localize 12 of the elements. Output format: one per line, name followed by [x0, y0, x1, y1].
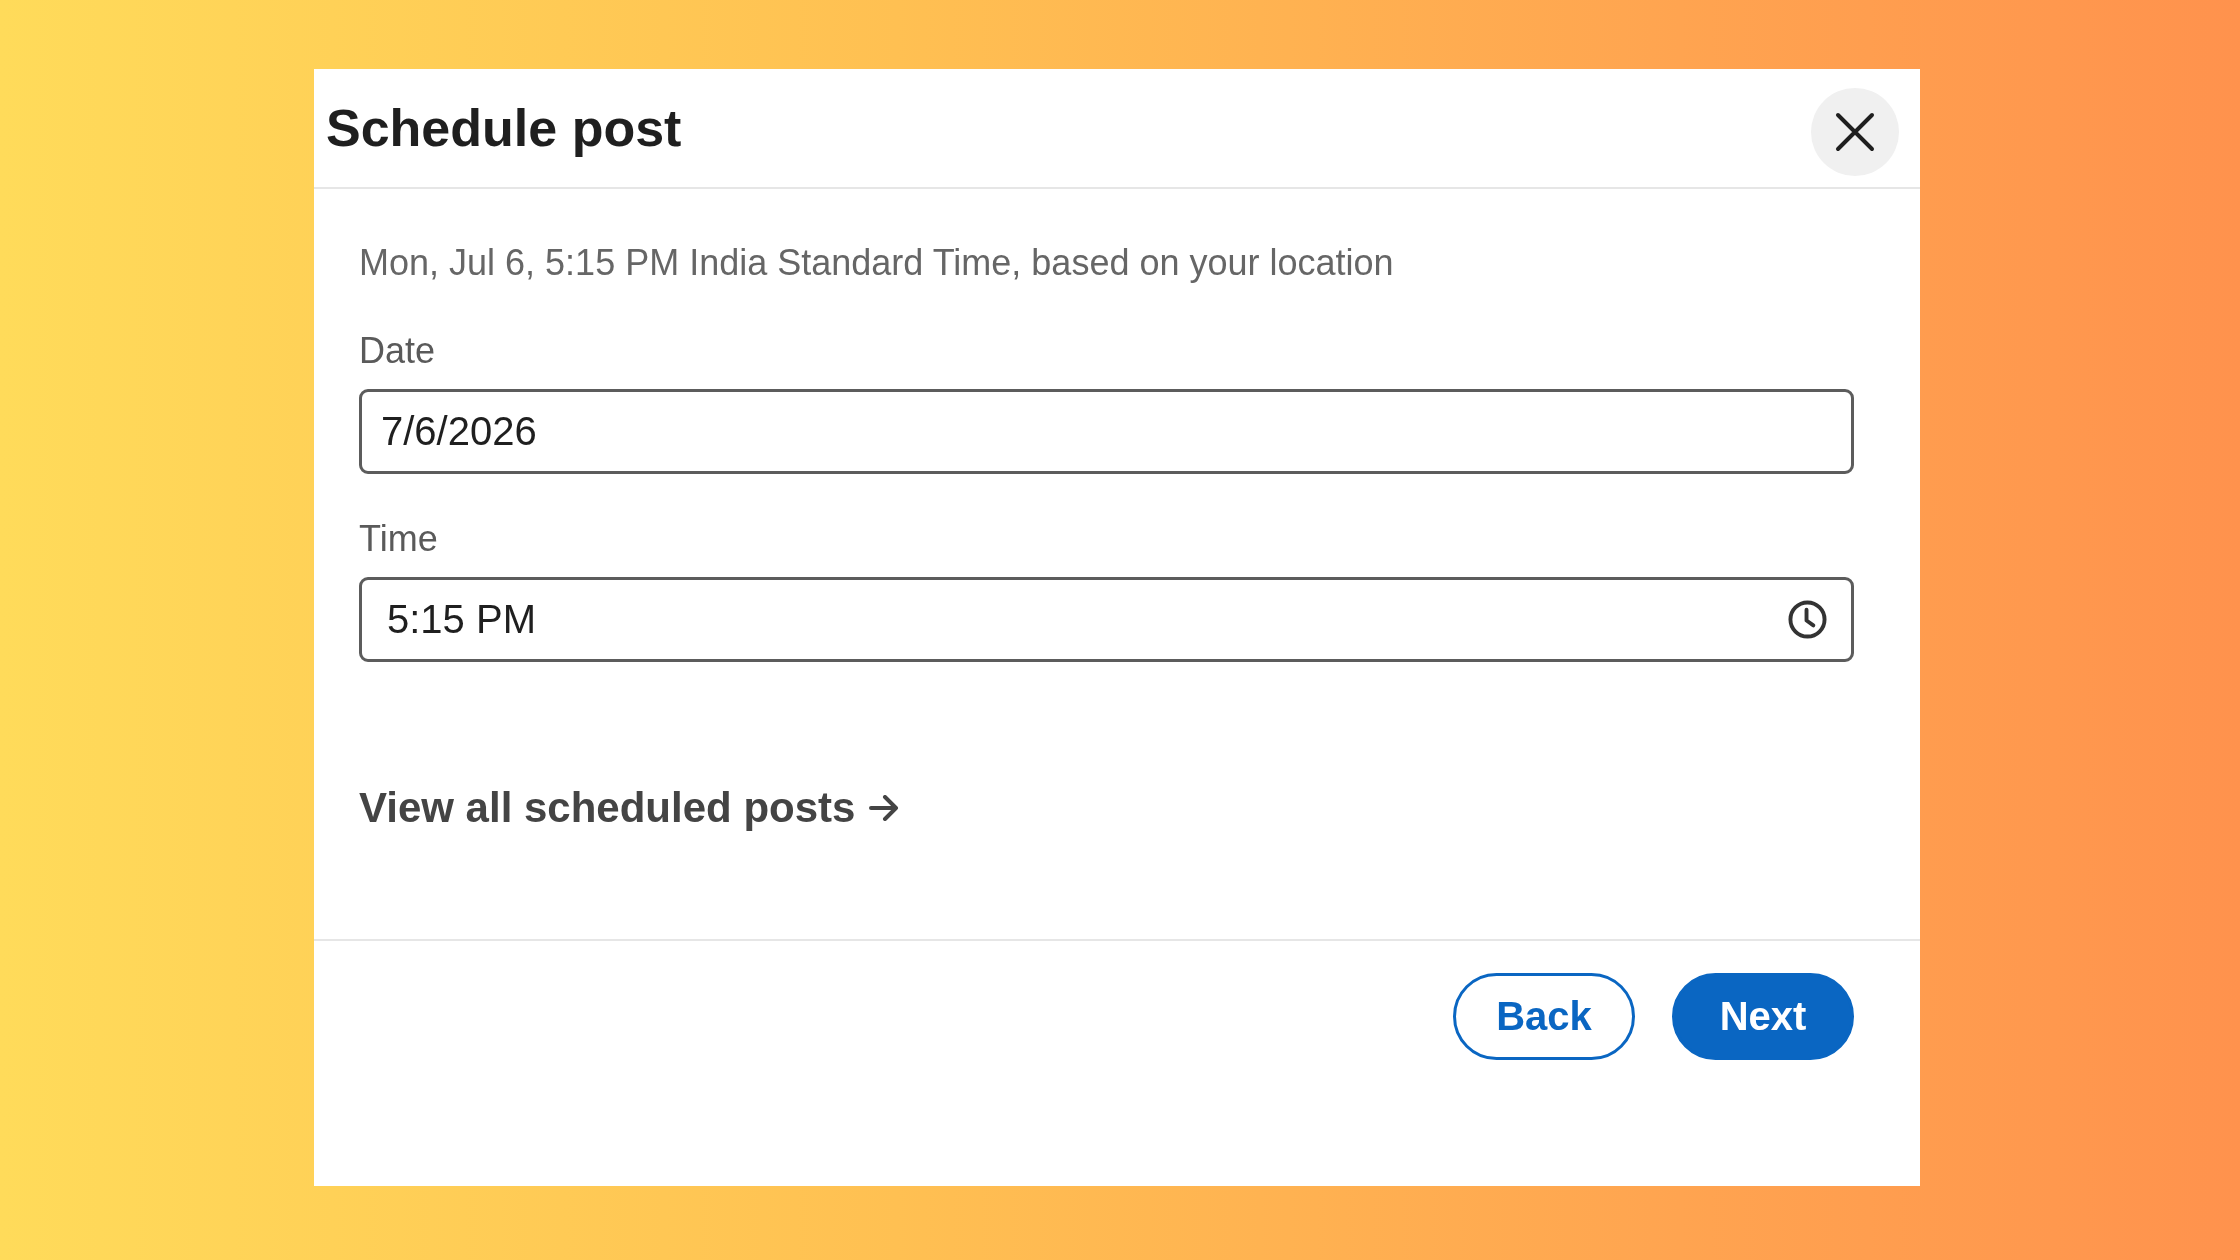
time-field[interactable]: 5:15 PM	[359, 577, 1854, 662]
arrow-right-icon	[869, 795, 900, 821]
timezone-note: Mon, Jul 6, 5:15 PM India Standard Time, based on your location	[359, 241, 1394, 285]
date-field[interactable]: 7/6/2026	[359, 389, 1854, 474]
close-icon	[1835, 112, 1875, 152]
clock-icon	[1788, 600, 1827, 639]
scheduled-posts-link[interactable]: View all scheduled posts	[359, 782, 900, 834]
back-button[interactable]: Back	[1453, 973, 1635, 1060]
dialog-title: Schedule post	[326, 97, 682, 159]
field-label: Date	[359, 329, 436, 373]
field-label: Time	[359, 517, 438, 561]
next-button[interactable]: Next	[1672, 973, 1854, 1060]
